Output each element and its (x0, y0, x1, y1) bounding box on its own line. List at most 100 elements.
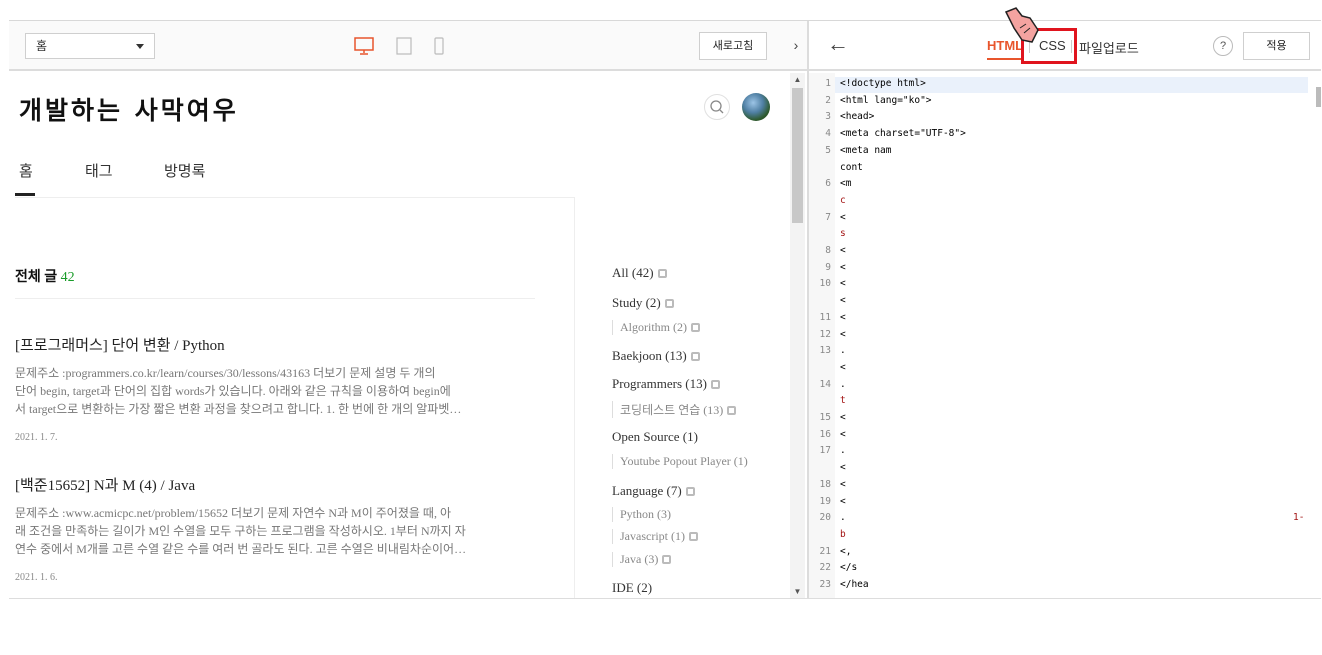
post-total-count: 42 (60, 270, 75, 285)
code-line[interactable]: < (840, 262, 846, 273)
nav-active-indicator (15, 193, 35, 196)
code-editor[interactable]: 1 <!doctype html> 2 <html lang="ko"> 3 <head>… (809, 73, 1321, 598)
tab-file-upload[interactable]: 파일업로드 (1079, 38, 1139, 57)
category-item[interactable]: Baekjoon (13) (612, 348, 700, 364)
editor-scrollbar[interactable] (1308, 73, 1321, 598)
code-line[interactable]: < (840, 295, 846, 306)
code-line[interactable]: < (840, 329, 846, 340)
new-badge-icon (690, 352, 700, 361)
desktop-icon[interactable] (354, 37, 374, 55)
post-title[interactable]: [프로그래머스] 단어 변환 / Python (15, 334, 525, 355)
line-number: 7 (825, 211, 831, 223)
code-line[interactable]: b (840, 529, 846, 540)
collapse-panel-button[interactable]: › (785, 21, 807, 71)
category-subitem[interactable]: 코딩테스트 연습 (13) (612, 401, 737, 418)
line-number: 19 (819, 495, 831, 507)
category-item[interactable]: Programmers (13) (612, 376, 720, 392)
new-badge-icon (664, 299, 674, 308)
tab-active-indicator (987, 58, 1022, 60)
category-subitem[interactable]: Python (3) (612, 507, 671, 522)
code-line[interactable]: <, (840, 546, 851, 557)
category-item[interactable]: Open Source (1) (612, 429, 698, 445)
code-line[interactable]: t (840, 395, 846, 406)
code-line[interactable]: < (840, 462, 846, 473)
code-line[interactable]: cont (840, 162, 863, 173)
back-arrow-icon[interactable]: ← (827, 31, 849, 57)
help-button[interactable]: ? (1213, 36, 1233, 56)
line-number: 21 (819, 545, 831, 557)
pointing-hand-icon (1004, 7, 1039, 43)
line-number: 22 (819, 562, 831, 574)
category-item[interactable]: All (42) (612, 265, 667, 281)
post-title[interactable]: [백준15652] N과 M (4) / Java (15, 474, 525, 495)
new-badge-icon (662, 555, 672, 564)
search-icon (710, 100, 724, 114)
line-number: 14 (819, 378, 831, 390)
list-item[interactable]: [프로그래머스] 단어 변환 / Python 문제주소 :programmer… (15, 334, 525, 443)
new-badge-icon (657, 269, 667, 278)
line-number: 2 (825, 94, 831, 106)
code-line[interactable]: <html lang="ko"> (840, 95, 932, 106)
search-button[interactable] (704, 94, 730, 120)
scrollbar-thumb[interactable] (792, 88, 803, 223)
page-select[interactable]: 홈 (25, 33, 155, 59)
category-subitem[interactable]: Javascript (1) (612, 529, 698, 544)
code-line[interactable]: < (840, 479, 846, 490)
mobile-icon[interactable] (434, 37, 444, 55)
list-divider (15, 298, 535, 299)
scroll-down-icon[interactable]: ▼ (790, 587, 805, 596)
code-line[interactable]: < (840, 429, 846, 440)
category-item[interactable]: IDE (2) (612, 580, 652, 596)
code-line[interactable]: < (840, 496, 846, 507)
nav-guestbook[interactable]: 방명록 (164, 160, 205, 181)
code-line[interactable]: < (840, 362, 846, 373)
code-line[interactable]: <head> (840, 111, 874, 122)
sidebar-divider (574, 197, 575, 598)
apply-button[interactable]: 적용 (1243, 32, 1310, 60)
category-subitem[interactable]: Youtube Popout Player (1) (612, 454, 748, 469)
bottom-border (9, 598, 1321, 599)
line-number: 11 (819, 311, 831, 323)
code-line[interactable]: < (840, 412, 846, 423)
refresh-button[interactable]: 새로고침 (699, 32, 767, 60)
code-line[interactable]: . (840, 512, 846, 523)
category-item[interactable]: Language (7) (612, 483, 695, 499)
code-line[interactable]: . (840, 379, 846, 390)
line-number: 15 (819, 412, 831, 423)
code-line[interactable]: <m (840, 178, 851, 189)
category-subitem[interactable]: Algorithm (2) (612, 320, 700, 335)
line-number: 13 (819, 345, 831, 357)
avatar[interactable] (742, 93, 770, 121)
nav-home[interactable]: 홈 (19, 160, 33, 181)
list-item[interactable]: [백준15652] N과 M (4) / Java 문제주소 :www.acmi… (15, 474, 525, 583)
line-number: 4 (825, 128, 831, 140)
preview-toolbar: 홈 새로고침 (9, 21, 785, 71)
code-line[interactable]: <meta charset="UTF-8"> (840, 128, 966, 139)
category-subitem[interactable]: Java (3) (612, 552, 672, 567)
new-badge-icon (691, 323, 700, 332)
code-line[interactable]: < (840, 212, 846, 223)
code-line[interactable]: <meta nam (840, 145, 891, 156)
line-number: 16 (819, 428, 831, 440)
code-line[interactable]: < (840, 245, 846, 256)
code-line[interactable]: </hea (840, 579, 869, 590)
code-line[interactable]: <!doctype html> (840, 78, 926, 89)
scrollbar-thumb[interactable] (1316, 87, 1321, 107)
code-line[interactable]: c (840, 195, 846, 206)
code-line[interactable]: </s (840, 562, 857, 573)
scroll-up-icon[interactable]: ▲ (790, 75, 805, 84)
line-number: 20 (819, 512, 831, 524)
tablet-icon[interactable] (396, 37, 412, 55)
code-line[interactable]: < (840, 278, 846, 289)
code-line[interactable]: s (840, 228, 846, 239)
line-number: 9 (825, 261, 831, 273)
code-line[interactable]: . (840, 345, 846, 356)
code-line[interactable]: . (840, 445, 846, 456)
code-line[interactable]: < (840, 312, 846, 323)
preview-scrollbar[interactable]: ▲ ▼ (790, 73, 805, 598)
category-item[interactable]: Study (2) (612, 295, 674, 311)
blog-title[interactable]: 개발하는 사막여우 (19, 91, 239, 127)
line-number: 18 (819, 478, 831, 490)
nav-tag[interactable]: 태그 (85, 160, 113, 181)
line-number: 1 (825, 78, 831, 89)
